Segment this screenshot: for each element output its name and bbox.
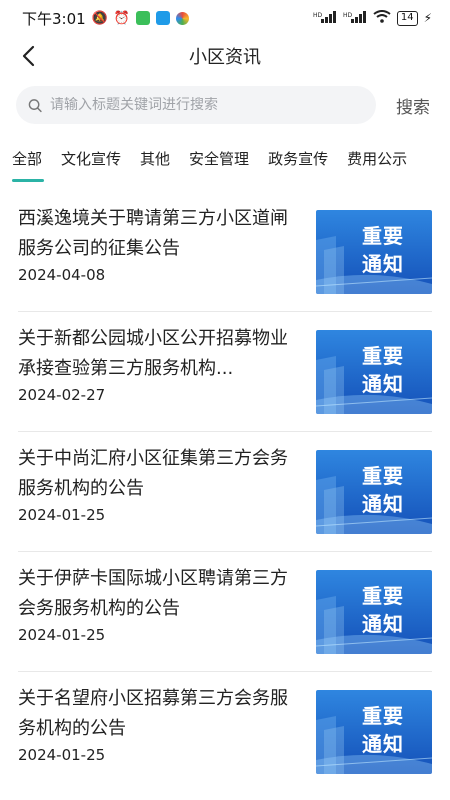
tab-all[interactable]: 全部 <box>12 134 55 182</box>
wifi-icon <box>373 10 391 26</box>
news-date: 2024-01-25 <box>18 746 106 764</box>
news-thumbnail: 重要 通知 <box>316 210 432 294</box>
list-item[interactable]: 关于名望府小区招募第三方会务服务机构的公告 2024-01-25 重要通知 <box>18 672 432 792</box>
tab-culture[interactable]: 文化宣传 <box>61 134 134 182</box>
thumb-label-1: 重要 <box>362 344 404 368</box>
signal-icon-2: HD <box>343 10 367 26</box>
news-title: 关于新都公园城小区公开招募物业承接查验第三方服务机构... <box>18 328 288 379</box>
status-time: 下午3:01 <box>22 9 86 28</box>
search-row: 搜索 <box>0 76 450 134</box>
news-date: 2024-02-27 <box>18 386 106 404</box>
list-item[interactable]: 关于伊萨卡国际城小区聘请第三方会务服务机构的公告 2024-01-25 重要通知 <box>18 552 432 672</box>
colorful-app-icon <box>176 11 190 25</box>
news-title: 西溪逸境关于聘请第三方小区道闸服务公司的征集公告 <box>18 208 288 259</box>
list-item[interactable]: 西溪逸境关于聘请第三方小区道闸服务公司的征集公告 2024-04-08 重要通知 <box>18 192 432 312</box>
tab-fees[interactable]: 费用公示 <box>347 134 420 182</box>
news-date: 2024-04-08 <box>18 266 106 284</box>
news-thumbnail: 重要 通知 <box>316 570 432 654</box>
thumb-label-1: 重要 <box>362 584 404 608</box>
thumb-label-1: 重要 <box>362 224 404 248</box>
thumb-label-1: 重要 <box>362 704 404 728</box>
wechat-icon <box>136 11 151 25</box>
tab-safety[interactable]: 安全管理 <box>189 134 262 182</box>
news-date: 2024-01-25 <box>18 626 106 644</box>
thumb-label-2: 通知 <box>362 612 404 636</box>
status-bar: 下午3:01 🔕 ⏰ HD HD 14 ⚡ <box>0 0 450 36</box>
nav-bar: 小区资讯 <box>0 36 450 76</box>
thumb-label-2: 通知 <box>362 372 404 396</box>
search-box[interactable] <box>16 86 376 124</box>
alarm-icon: ⏰ <box>113 10 131 26</box>
tab-government[interactable]: 政务宣传 <box>268 134 341 182</box>
signal-icon: HD <box>313 10 337 26</box>
battery-icon: 14 <box>396 10 418 26</box>
mute-icon: 🔕 <box>91 10 108 26</box>
svg-text:HD: HD <box>313 12 323 19</box>
back-button[interactable] <box>14 42 42 70</box>
svg-text:HD: HD <box>343 12 353 19</box>
category-tabs: 全部 文化宣传 其他 安全管理 政务宣传 费用公示 <box>0 134 450 182</box>
news-title: 关于名望府小区招募第三方会务服务机构的公告 <box>18 688 288 739</box>
tab-other[interactable]: 其他 <box>140 134 183 182</box>
app-notification-icon <box>156 11 171 25</box>
thumb-label-2: 通知 <box>362 252 404 276</box>
news-title: 关于伊萨卡国际城小区聘请第三方会务服务机构的公告 <box>18 568 288 619</box>
search-icon <box>28 98 42 112</box>
thumb-label-2: 通知 <box>362 732 404 756</box>
charging-icon: ⚡ <box>423 11 432 25</box>
list-item[interactable]: 关于中尚汇府小区征集第三方会务服务机构的公告 2024-01-25 重要通知 <box>18 432 432 552</box>
news-thumbnail: 重要 通知 <box>316 330 432 414</box>
search-button[interactable]: 搜索 <box>390 89 436 122</box>
chevron-left-icon <box>22 45 35 67</box>
news-thumbnail: 重要 通知 <box>316 450 432 534</box>
page-title: 小区资讯 <box>189 47 261 68</box>
news-thumbnail: 重要 通知 <box>316 690 432 774</box>
search-input[interactable] <box>50 97 376 113</box>
news-date: 2024-01-25 <box>18 506 106 524</box>
news-title: 关于中尚汇府小区征集第三方会务服务机构的公告 <box>18 448 288 499</box>
thumb-label-1: 重要 <box>362 464 404 488</box>
news-list: 西溪逸境关于聘请第三方小区道闸服务公司的征集公告 2024-04-08 重要 通知… <box>0 182 450 792</box>
list-item[interactable]: 关于新都公园城小区公开招募物业承接查验第三方服务机构... 2024-02-27… <box>18 312 432 432</box>
thumb-label-2: 通知 <box>362 492 404 516</box>
